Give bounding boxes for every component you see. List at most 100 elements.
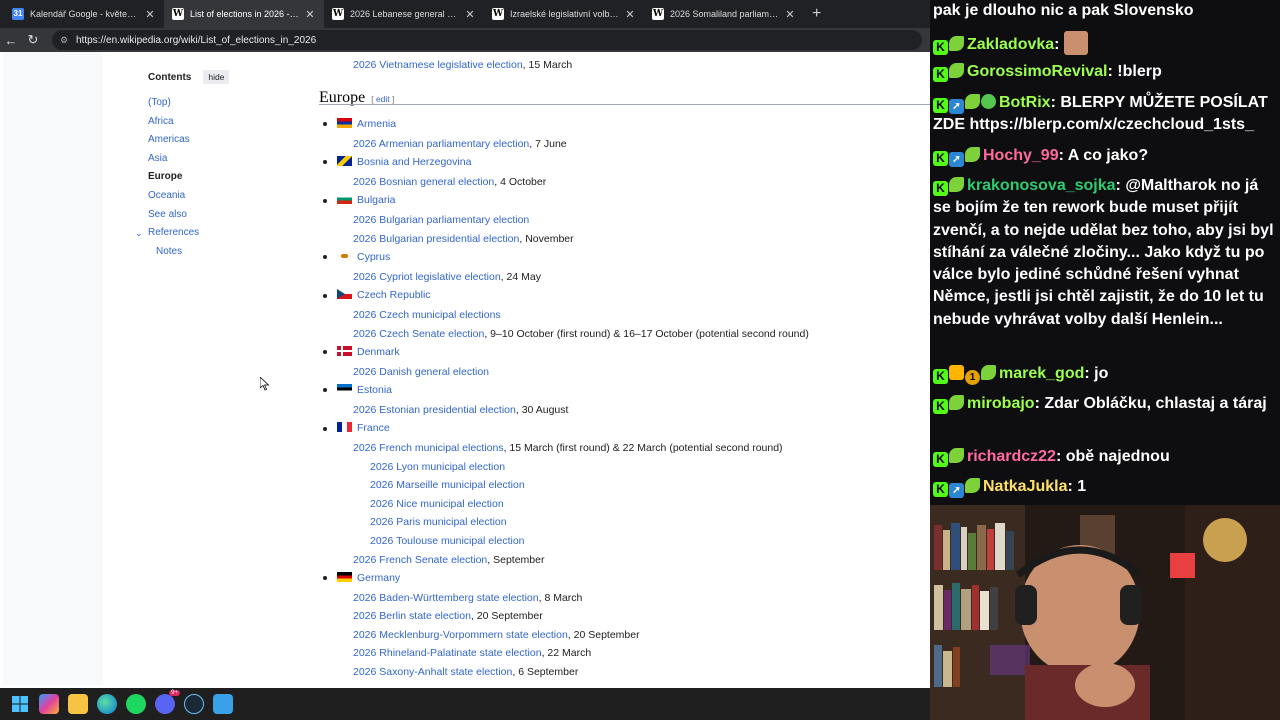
chat-message: K ➚ BotRix: BLERPY MŮŽETE POSÍLAT ZDE http… — [933, 92, 1278, 137]
close-tab-icon[interactable]: ✕ — [784, 8, 796, 21]
country-link[interactable]: Bulgaria — [357, 194, 396, 206]
election-link[interactable]: 2026 Bulgarian presidential election — [353, 233, 519, 245]
close-tab-icon[interactable]: ✕ — [464, 8, 476, 21]
election-link[interactable]: 2026 Mecklenburg-Vorpommern state electi… — [353, 629, 568, 641]
election-date: , 8 March — [538, 591, 583, 604]
chat-username[interactable]: Hochy_99 — [983, 147, 1059, 164]
election-link[interactable]: 2026 Lyon municipal election — [370, 461, 505, 473]
spotify-icon[interactable] — [126, 694, 146, 714]
country-link[interactable]: Bosnia and Herzegovina — [357, 156, 471, 168]
country-link[interactable]: Armenia — [357, 118, 396, 130]
subscriber-badge-icon — [965, 94, 980, 109]
windows-start-icon[interactable] — [10, 694, 30, 714]
country-item: Germany — [323, 572, 400, 584]
election-link[interactable]: 2026 Armenian parliamentary election — [353, 138, 529, 150]
verified-badge-icon: ➚ — [949, 99, 964, 114]
election-link[interactable]: 2026 Bulgarian parliamentary election — [353, 214, 529, 226]
wikipedia-page: Contents hide (Top) Africa Americas Asia… — [3, 52, 930, 685]
country-link[interactable]: Czech Republic — [357, 289, 431, 301]
election-date: , 9–10 October (first round) & 16–17 Oct… — [484, 327, 809, 340]
country-item: Denmark — [323, 346, 400, 358]
subscriber-badge-icon — [965, 478, 980, 493]
chat-username[interactable]: krakonosova_sojka — [967, 177, 1116, 194]
election-link[interactable]: 2026 Estonian presidential election — [353, 404, 516, 416]
toc-hide-button[interactable]: hide — [203, 70, 230, 84]
toc-item-africa[interactable]: Africa — [148, 113, 298, 132]
site-info-icon[interactable]: ⚙ — [60, 35, 70, 45]
chat-username[interactable]: GorossimoRevival — [967, 63, 1108, 80]
toc-item-asia[interactable]: Asia — [148, 150, 298, 169]
list-item: 2026 Berlin state election, 20 September — [353, 610, 543, 622]
edit-section-link[interactable]: [ edit ] — [371, 94, 394, 104]
copilot-icon[interactable] — [39, 694, 59, 714]
kick-badge-icon: K — [933, 482, 948, 497]
election-link[interactable]: 2026 Cypriot legislative election — [353, 271, 501, 283]
toc-item-oceania[interactable]: Oceania — [148, 187, 298, 206]
file-explorer-icon[interactable] — [68, 694, 88, 714]
chat-username[interactable]: Zakladovka — [967, 36, 1054, 53]
election-link[interactable]: 2026 Nice municipal election — [370, 498, 504, 510]
election-link[interactable]: 2026 Toulouse municipal election — [370, 535, 525, 547]
reload-icon[interactable]: ↻ — [22, 32, 44, 48]
toc-item-references[interactable]: ⌄ References — [135, 224, 298, 243]
country-link[interactable]: Estonia — [357, 384, 392, 396]
election-link[interactable]: 2026 Bosnian general election — [353, 176, 494, 188]
country-link[interactable]: Germany — [357, 572, 400, 584]
election-link[interactable]: 2026 Rhineland-Palatinate state election — [353, 647, 542, 659]
close-tab-icon[interactable]: ✕ — [304, 8, 316, 21]
country-link[interactable]: Denmark — [357, 346, 400, 358]
flag-icon — [337, 384, 352, 395]
election-link[interactable]: 2026 Danish general election — [353, 366, 489, 378]
toc-item-notes[interactable]: Notes — [148, 243, 298, 262]
election-link[interactable]: 2026 Saxony-Anhalt state election — [353, 666, 512, 678]
toc-item-top[interactable]: (Top) — [148, 94, 298, 113]
list-item: 2026 Estonian presidential election, 30 … — [353, 404, 568, 416]
country-item: Armenia — [323, 118, 396, 130]
back-icon[interactable]: ← — [0, 33, 22, 48]
toc-item-americas[interactable]: Americas — [148, 131, 298, 150]
url-field[interactable]: ⚙ https://en.wikipedia.org/wiki/List_of_… — [52, 30, 922, 50]
chat-text: Zdar Obláčku, chlastaj a táraj — [1044, 395, 1267, 412]
kick-badge-icon: K — [933, 67, 948, 82]
election-link[interactable]: 2026 Czech Senate election — [353, 328, 484, 340]
new-tab-icon[interactable]: + — [812, 5, 821, 23]
subscriber-badge-icon — [949, 448, 964, 463]
chat-text: A co jako? — [1067, 147, 1149, 164]
steam-icon[interactable] — [184, 694, 204, 714]
edge-icon[interactable] — [97, 694, 117, 714]
election-link[interactable]: 2026 Marseille municipal election — [370, 479, 525, 491]
chat-username[interactable]: mirobajo — [967, 395, 1035, 412]
tab-israeli-election[interactable]: W Izraelské legislativní volby 2026 - Wi… — [484, 0, 644, 28]
notepad-icon[interactable] — [213, 694, 233, 714]
election-link[interactable]: 2026 Vietnamese legislative election — [353, 59, 523, 71]
chat-username[interactable]: NatkaJukla — [983, 478, 1068, 495]
election-link[interactable]: 2026 Czech municipal elections — [353, 309, 501, 321]
subscriber-badge-icon — [949, 63, 964, 78]
chat-username[interactable]: richardcz22 — [967, 448, 1056, 465]
election-link[interactable]: 2026 Baden-Württemberg state election — [353, 592, 539, 604]
election-link[interactable]: 2026 French Senate election — [353, 554, 487, 566]
chevron-down-icon[interactable]: ⌄ — [135, 224, 143, 243]
close-tab-icon[interactable]: ✕ — [144, 8, 156, 21]
discord-icon[interactable]: 9+ — [155, 690, 180, 714]
chat-text: @Maltharok no já se bojím že ten rework … — [933, 177, 1274, 328]
address-bar-row: ← ↻ ⚙ https://en.wikipedia.org/wiki/List… — [0, 28, 930, 52]
country-link[interactable]: France — [357, 422, 390, 434]
election-link[interactable]: 2026 French municipal elections — [353, 442, 504, 454]
tab-somaliland-election[interactable]: W 2026 Somaliland parliamentary election… — [644, 0, 804, 28]
election-link[interactable]: 2026 Berlin state election — [353, 610, 471, 622]
close-tab-icon[interactable]: ✕ — [624, 8, 636, 21]
tab-list-of-elections[interactable]: W List of elections in 2026 - Wikipedia … — [164, 0, 324, 28]
tab-bar: 31 Kalendář Google - květen 2026 ✕ W Lis… — [0, 0, 930, 28]
list-item: 2026 Czech municipal elections — [353, 309, 501, 321]
election-link[interactable]: 2026 Paris municipal election — [370, 516, 507, 528]
country-link[interactable]: Cyprus — [357, 251, 390, 263]
desktop-screen: 31 Kalendář Google - květen 2026 ✕ W Lis… — [0, 0, 1280, 720]
toc-item-europe[interactable]: Europe — [148, 168, 298, 187]
subscriber-badge-icon — [949, 36, 964, 51]
chat-username[interactable]: BotRix — [999, 94, 1051, 111]
tab-lebanese-election[interactable]: W 2026 Lebanese general election - Wikip… — [324, 0, 484, 28]
toc-item-see-also[interactable]: See also — [148, 206, 298, 225]
tab-google-calendar[interactable]: 31 Kalendář Google - květen 2026 ✕ — [4, 0, 164, 28]
chat-username[interactable]: marek_god — [999, 365, 1084, 382]
